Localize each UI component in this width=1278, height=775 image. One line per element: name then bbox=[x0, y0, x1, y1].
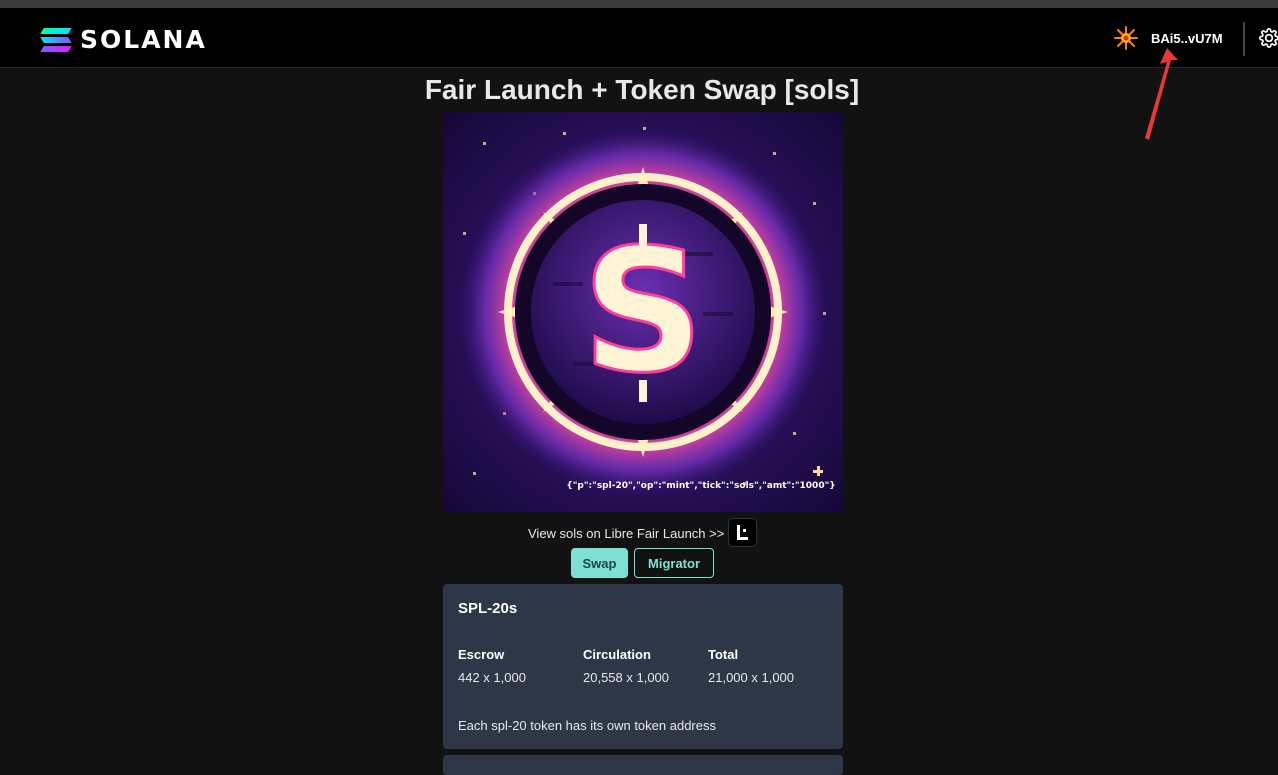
stat-escrow: Escrow 442 x 1,000 bbox=[458, 647, 526, 685]
stat-label: Escrow bbox=[458, 647, 505, 662]
navbar: SOLANA BAi5..vU7M bbox=[0, 8, 1278, 68]
stat-label: Circulation bbox=[583, 647, 651, 662]
stat-value: 21,000 x 1,000 bbox=[708, 670, 795, 685]
stat-total: Total 21,000 x 1,000 bbox=[708, 647, 794, 685]
wallet-avatar-icon bbox=[1114, 26, 1138, 50]
tab-migrator[interactable]: Migrator bbox=[634, 548, 714, 578]
wallet-address: BAi5..vU7M bbox=[1151, 30, 1223, 46]
mint-inscription-text: {"p":"spl-20","op":"mint","tick":"sols",… bbox=[566, 481, 836, 491]
token-artwork: S {"p":"spl-20","op":"mint","tick":"sols… bbox=[443, 112, 843, 512]
wallet-button[interactable]: BAi5..vU7M bbox=[1114, 26, 1223, 50]
stat-label: Total bbox=[708, 647, 739, 662]
spl20-stats-card: SPL-20s Escrow 442 x 1,000 Circulation 2… bbox=[443, 584, 843, 749]
sols-token-image: S bbox=[443, 112, 843, 512]
view-libre-fair-launch-link[interactable]: View sols on Libre Fair Launch >> bbox=[528, 526, 724, 541]
card-note: Each spl-20 token has its own token addr… bbox=[458, 718, 716, 733]
libre-logo-icon[interactable] bbox=[728, 518, 757, 547]
nav-divider bbox=[1243, 22, 1245, 56]
stat-value: 442 x 1,000 bbox=[458, 670, 526, 685]
mode-tabs: Swap Migrator bbox=[571, 548, 714, 578]
stat-value: 20,558 x 1,000 bbox=[583, 670, 670, 685]
tab-swap[interactable]: Swap bbox=[571, 548, 628, 578]
solana-logo-icon bbox=[40, 27, 72, 52]
solana-logo[interactable]: SOLANA bbox=[40, 25, 207, 54]
next-card bbox=[443, 755, 843, 775]
browser-top-strip bbox=[0, 0, 1278, 8]
brand-name: SOLANA bbox=[80, 25, 207, 54]
card-title: SPL-20s bbox=[458, 600, 518, 617]
settings-gear-icon[interactable] bbox=[1259, 28, 1278, 48]
page-title: Fair Launch + Token Swap [sols] bbox=[424, 74, 860, 105]
stat-circulation: Circulation 20,558 x 1,000 bbox=[583, 647, 669, 685]
